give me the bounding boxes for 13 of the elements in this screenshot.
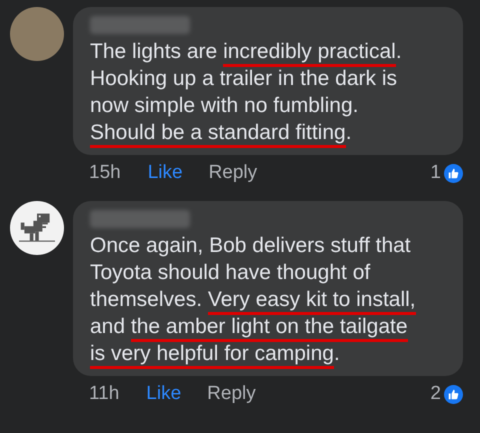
like-reaction-icon bbox=[444, 164, 463, 182]
comment-text: The lights are incredibly practical. Hooking up a trailer in the dark is now simple with no fumbling. Should be a standard fitting. bbox=[90, 38, 446, 146]
like-link[interactable]: Like bbox=[148, 158, 183, 188]
reply-link[interactable]: Reply bbox=[208, 158, 258, 188]
like-reaction-icon bbox=[444, 384, 463, 404]
comment-time: 15h bbox=[89, 160, 121, 185]
reply-link[interactable]: Reply bbox=[207, 380, 256, 408]
reaction-count: 1 bbox=[430, 160, 441, 185]
reaction-count: 2 bbox=[430, 382, 441, 406]
like-link[interactable]: Like bbox=[146, 380, 182, 408]
avatar-photo-placeholder bbox=[10, 7, 64, 61]
comment-text: Once again, Bob delivers stuff that Toyota should have thought of themselves. Very easy kit to install, and the amber light on the tailgate is very helpful for camping. bbox=[90, 232, 446, 367]
comment-time: 11h bbox=[89, 382, 120, 406]
